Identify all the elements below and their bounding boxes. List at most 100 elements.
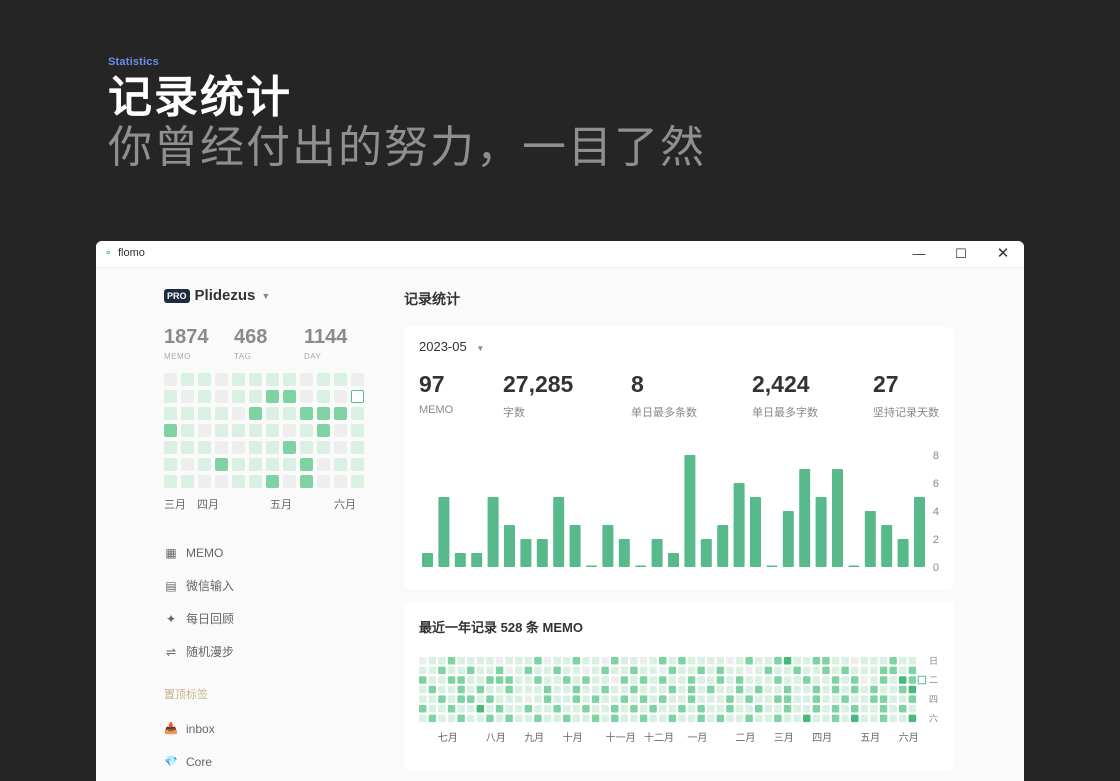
year-heatmap-cell[interactable]	[572, 685, 581, 694]
year-heatmap-cell[interactable]	[678, 714, 686, 723]
year-heatmap-cell[interactable]	[495, 657, 504, 665]
year-heatmap-cell[interactable]	[563, 685, 571, 694]
year-heatmap-cell[interactable]	[870, 666, 878, 675]
year-heatmap-cell[interactable]	[822, 695, 830, 703]
year-heatmap-cell[interactable]	[563, 714, 571, 723]
year-heatmap-cell[interactable]	[841, 676, 849, 684]
year-heatmap-cell[interactable]	[543, 676, 552, 684]
year-heatmap-cell[interactable]	[591, 714, 600, 723]
bar-day-2[interactable]	[438, 497, 450, 567]
heatmap-cell[interactable]	[266, 390, 279, 403]
year-heatmap-cell[interactable]	[495, 685, 504, 694]
heatmap-cell[interactable]	[215, 407, 228, 420]
year-heatmap-cell[interactable]	[668, 657, 677, 665]
year-heatmap-cell[interactable]	[726, 676, 734, 684]
year-heatmap-cell[interactable]	[783, 695, 792, 703]
year-heatmap-cell[interactable]	[438, 705, 446, 713]
year-heatmap-cell[interactable]	[438, 676, 446, 684]
year-heatmap-cell[interactable]	[668, 666, 677, 675]
year-heatmap-cell[interactable]	[831, 676, 840, 684]
year-heatmap-cell[interactable]	[678, 685, 686, 694]
year-heatmap-cell[interactable]	[515, 666, 523, 675]
heatmap-cell[interactable]	[300, 373, 313, 386]
year-heatmap-cell[interactable]	[735, 705, 744, 713]
year-heatmap-cell[interactable]	[678, 705, 686, 713]
bar-day-20[interactable]	[733, 483, 745, 567]
year-heatmap-cell[interactable]	[428, 714, 437, 723]
year-heatmap-cell[interactable]	[899, 685, 907, 694]
heatmap-cell[interactable]	[283, 441, 296, 454]
year-heatmap-cell[interactable]	[668, 714, 677, 723]
year-heatmap-cell[interactable]	[870, 685, 878, 694]
year-heatmap-cell[interactable]	[764, 657, 773, 665]
year-heatmap-cell[interactable]	[505, 714, 513, 723]
year-heatmap-cell[interactable]	[428, 695, 437, 703]
year-heatmap-cell[interactable]	[860, 714, 869, 723]
year-heatmap-cell[interactable]	[505, 705, 513, 713]
heatmap-cell[interactable]	[351, 458, 364, 471]
heatmap-cell[interactable]	[232, 373, 245, 386]
bar-day-8[interactable]	[536, 539, 548, 567]
year-heatmap-cell[interactable]	[908, 666, 917, 675]
year-heatmap-cell[interactable]	[793, 705, 801, 713]
year-heatmap-cell[interactable]	[908, 695, 917, 703]
year-heatmap-cell[interactable]	[495, 695, 504, 703]
year-heatmap-cell[interactable]	[716, 657, 725, 665]
heatmap-cell[interactable]	[317, 424, 330, 437]
year-heatmap-cell[interactable]	[764, 705, 773, 713]
year-heatmap-cell[interactable]	[524, 685, 533, 694]
year-heatmap-cell[interactable]	[745, 676, 753, 684]
year-heatmap-cell[interactable]	[735, 666, 744, 675]
year-heatmap-cell[interactable]	[476, 695, 485, 703]
year-heatmap-cell[interactable]	[812, 685, 821, 694]
year-heatmap-cell[interactable]	[697, 666, 705, 675]
year-heatmap-cell[interactable]	[486, 685, 494, 694]
year-heatmap-cell[interactable]	[495, 666, 504, 675]
year-heatmap-cell[interactable]	[860, 666, 869, 675]
year-heatmap-cell[interactable]	[668, 685, 677, 694]
heatmap-cell[interactable]	[266, 407, 279, 420]
year-heatmap-cell[interactable]	[822, 685, 830, 694]
year-heatmap-cell[interactable]	[870, 695, 878, 703]
year-heatmap-cell[interactable]	[764, 666, 773, 675]
year-heatmap-cell[interactable]	[783, 705, 792, 713]
heatmap-cell[interactable]	[300, 441, 313, 454]
year-heatmap-cell[interactable]	[697, 657, 705, 665]
heatmap-cell[interactable]	[266, 373, 279, 386]
year-heatmap-cell[interactable]	[812, 657, 821, 665]
year-heatmap-cell[interactable]	[716, 714, 725, 723]
bar-day-17[interactable]	[684, 455, 696, 567]
year-heatmap-cell[interactable]	[735, 657, 744, 665]
heatmap-cell[interactable]	[334, 407, 347, 420]
heatmap-cell[interactable]	[232, 475, 245, 488]
year-heatmap-cell[interactable]	[659, 705, 667, 713]
year-heatmap-cell[interactable]	[620, 657, 629, 665]
year-heatmap-cell[interactable]	[774, 695, 782, 703]
year-heatmap-cell[interactable]	[419, 705, 427, 713]
heatmap-cell[interactable]	[198, 441, 211, 454]
year-heatmap-cell[interactable]	[899, 676, 907, 684]
year-heatmap-cell[interactable]	[582, 685, 590, 694]
heatmap-cell[interactable]	[351, 475, 364, 488]
maximize-button[interactable]: ☐	[948, 244, 974, 264]
year-heatmap-cell[interactable]	[774, 685, 782, 694]
year-heatmap-cell[interactable]	[543, 714, 552, 723]
heatmap-cell[interactable]	[283, 390, 296, 403]
bar-day-7[interactable]	[520, 539, 532, 567]
year-heatmap-cell[interactable]	[687, 685, 696, 694]
year-heatmap-cell[interactable]	[678, 695, 686, 703]
heatmap-cell[interactable]	[181, 407, 194, 420]
year-heatmap-cell[interactable]	[851, 657, 859, 665]
year-heatmap-cell[interactable]	[822, 676, 830, 684]
year-heatmap-cell[interactable]	[841, 666, 849, 675]
year-heatmap-cell[interactable]	[908, 685, 917, 694]
year-heatmap-cell[interactable]	[716, 676, 725, 684]
year-heatmap-cell[interactable]	[419, 714, 427, 723]
year-heatmap-cell[interactable]	[726, 666, 734, 675]
year-heatmap-cell[interactable]	[755, 695, 763, 703]
year-heatmap-cell[interactable]	[524, 666, 533, 675]
bar-day-26[interactable]	[832, 469, 843, 567]
year-heatmap-cell[interactable]	[716, 685, 725, 694]
year-heatmap-cell[interactable]	[812, 676, 821, 684]
year-heatmap-cell[interactable]	[783, 714, 792, 723]
